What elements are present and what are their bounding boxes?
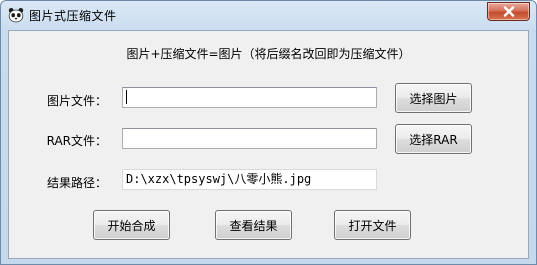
window-title: 图片式压缩文件 [29,9,117,23]
text-caret [126,90,127,104]
instruction-text: 图片+压缩文件=图片（将后缀名改回即为压缩文件） [126,47,411,61]
close-button[interactable] [487,2,530,21]
app-window: 图片式压缩文件 图片+压缩文件=图片（将后缀名改回即为压缩文件） 图片文件： 选… [0,0,537,265]
image-file-label: 图片文件： [46,94,107,108]
rar-file-label: RAR文件： [46,134,107,148]
result-path-field[interactable]: D:\xzx\tpsyswj\八零小熊.jpg [122,169,377,190]
image-file-input[interactable] [122,87,377,108]
start-merge-button[interactable]: 开始合成 [93,210,170,240]
title-bar[interactable]: 图片式压缩文件 [1,1,536,29]
dialog-body: 图片+压缩文件=图片（将后缀名改回即为压缩文件） 图片文件： 选择图片 RAR文… [8,30,529,259]
close-icon [503,6,515,17]
panda-app-icon [8,7,24,23]
select-image-button[interactable]: 选择图片 [395,83,472,113]
result-path-label: 结果路径： [46,176,107,190]
rar-file-input[interactable] [122,128,377,149]
select-rar-button[interactable]: 选择RAR [395,124,472,154]
open-file-button[interactable]: 打开文件 [334,210,411,240]
view-result-button[interactable]: 查看结果 [215,210,292,240]
